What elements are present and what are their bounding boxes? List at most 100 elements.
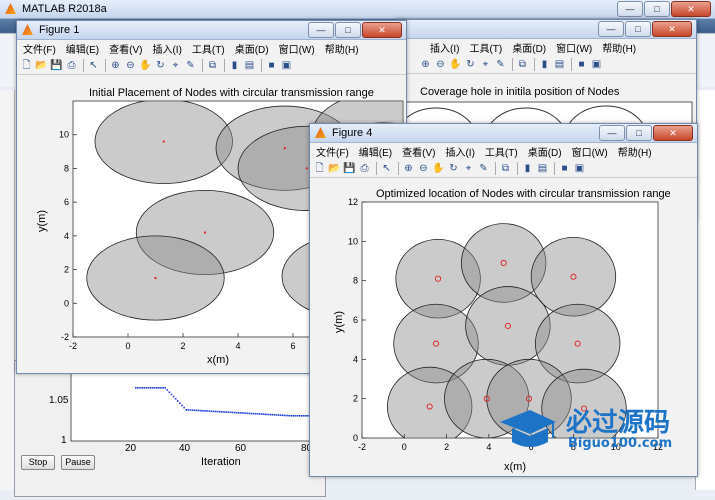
progress-point <box>200 409 202 412</box>
progress-point <box>187 409 190 411</box>
progress-point <box>244 412 246 414</box>
progress-point <box>170 393 173 396</box>
pause-button[interactable]: Pause <box>61 455 95 470</box>
progress-point <box>202 409 204 412</box>
progress-point <box>248 412 250 415</box>
progress-point <box>300 415 303 417</box>
progress-plot <box>70 361 324 442</box>
matlab-logo-icon <box>5 3 16 14</box>
progress-point <box>149 387 152 389</box>
coverage-minimize-button[interactable]: — <box>598 21 624 37</box>
coverage-close-button[interactable]: ✕ <box>652 21 692 37</box>
x-tick-label: -2 <box>69 341 77 351</box>
progress-figure-window: 1.05 1 20 40 60 80 Iteration Stop Pause <box>14 360 326 497</box>
x-tick-40: 40 <box>179 443 191 454</box>
progress-point <box>164 387 166 389</box>
graduation-cap-icon <box>500 410 556 447</box>
progress-point <box>198 409 200 412</box>
progress-point <box>267 413 269 416</box>
progress-point <box>305 415 307 417</box>
main-minimize-button[interactable]: — <box>617 1 643 17</box>
progress-point <box>229 411 232 414</box>
coverage-menu-tools[interactable]: 工具(T) <box>469 40 502 55</box>
x-tick-label: -2 <box>358 442 366 452</box>
x-tick-label: 4 <box>486 442 491 452</box>
progress-point <box>156 387 158 389</box>
coverage-menu-desktop[interactable]: 桌面(D) <box>512 40 546 55</box>
y-tick-label: 4 <box>353 354 358 364</box>
rotate-icon[interactable]: ↻ <box>464 58 477 71</box>
progress-point <box>277 414 280 416</box>
progress-point <box>162 387 164 389</box>
progress-point <box>145 387 148 389</box>
y-tick-label: 6 <box>353 315 358 325</box>
x-tick-label: 6 <box>290 341 295 351</box>
coverage-menu-insert[interactable]: 插入(I) <box>430 40 459 55</box>
progress-point <box>294 415 297 417</box>
coverage-menu-help[interactable]: 帮助(H) <box>602 40 636 55</box>
coverage-menubar: 插入(I) 工具(T) 桌面(D) 窗口(W) 帮助(H) <box>396 39 696 55</box>
zoom-out-icon[interactable]: ⊖ <box>434 58 447 71</box>
x-tick-label: 0 <box>125 341 130 351</box>
y-tick-label: 2 <box>353 394 358 404</box>
node-marker <box>162 140 165 143</box>
y-tick-label: 2 <box>64 265 69 275</box>
link-icon[interactable]: ⧉ <box>516 58 529 71</box>
legend-icon[interactable]: ▤ <box>553 58 566 71</box>
show-plot-tools-icon[interactable]: ▣ <box>590 58 603 71</box>
hide-plot-tools-icon[interactable]: ■ <box>575 58 588 71</box>
coverage-toolbar: ⊕ ⊖ ✋ ↻ ⌖ ✎ ⧉ ▮ ▤ ■ ▣ <box>396 55 696 74</box>
coverage-menu-window[interactable]: 窗口(W) <box>556 40 592 55</box>
progress-point <box>269 413 271 416</box>
progress-point <box>298 415 301 417</box>
progress-point <box>174 398 177 400</box>
progress-point <box>273 414 276 416</box>
progress-point <box>242 412 244 414</box>
progress-point <box>240 412 242 414</box>
progress-point <box>258 413 261 415</box>
progress-point <box>212 410 215 413</box>
data-cursor-icon[interactable]: ⌖ <box>479 58 492 71</box>
progress-point <box>177 400 179 402</box>
progress-point <box>193 409 196 412</box>
stop-button[interactable]: Stop <box>21 455 55 470</box>
y-tick-label: 4 <box>64 231 69 241</box>
y-tick-label: 8 <box>353 276 358 286</box>
progress-point <box>237 412 240 414</box>
progress-point <box>216 410 219 413</box>
progress-point <box>265 413 267 416</box>
iteration-label: Iteration <box>201 456 241 468</box>
progress-point <box>284 414 286 417</box>
main-maximize-button[interactable]: □ <box>644 1 670 17</box>
x-tick-label: 2 <box>444 442 449 452</box>
progress-point <box>231 411 234 414</box>
progress-point <box>135 387 137 389</box>
progress-point <box>181 404 183 407</box>
y-tick-label: 10 <box>59 130 69 140</box>
brush-icon[interactable]: ✎ <box>494 58 507 71</box>
progress-point <box>208 410 211 412</box>
progress-point <box>151 387 154 389</box>
watermark-url: Biguo100.com <box>568 436 673 451</box>
progress-point <box>185 409 187 411</box>
zoom-in-icon[interactable]: ⊕ <box>419 58 432 71</box>
progress-point <box>153 387 156 389</box>
main-titlebar: MATLAB R2018a — □ ✕ <box>0 0 715 19</box>
progress-point <box>168 391 171 393</box>
pan-icon[interactable]: ✋ <box>449 58 462 71</box>
progress-point <box>252 412 255 415</box>
main-close-button[interactable]: ✕ <box>671 1 711 17</box>
colorbar-icon[interactable]: ▮ <box>538 58 551 71</box>
left-panel <box>0 90 15 490</box>
progress-point <box>246 412 248 415</box>
y-tick-1: 1 <box>61 435 67 446</box>
y-tick-label: 10 <box>348 236 358 246</box>
progress-point <box>250 412 253 415</box>
coverage-maximize-button[interactable]: □ <box>625 21 651 37</box>
progress-point <box>254 412 257 415</box>
y-tick-label: 0 <box>353 433 358 443</box>
main-window-title: MATLAB R2018a <box>22 3 107 15</box>
progress-point <box>214 410 217 413</box>
watermark-text: 必过源码 <box>566 408 671 438</box>
coverage-chart-title: Coverage hole in initila position of Nod… <box>420 86 620 98</box>
